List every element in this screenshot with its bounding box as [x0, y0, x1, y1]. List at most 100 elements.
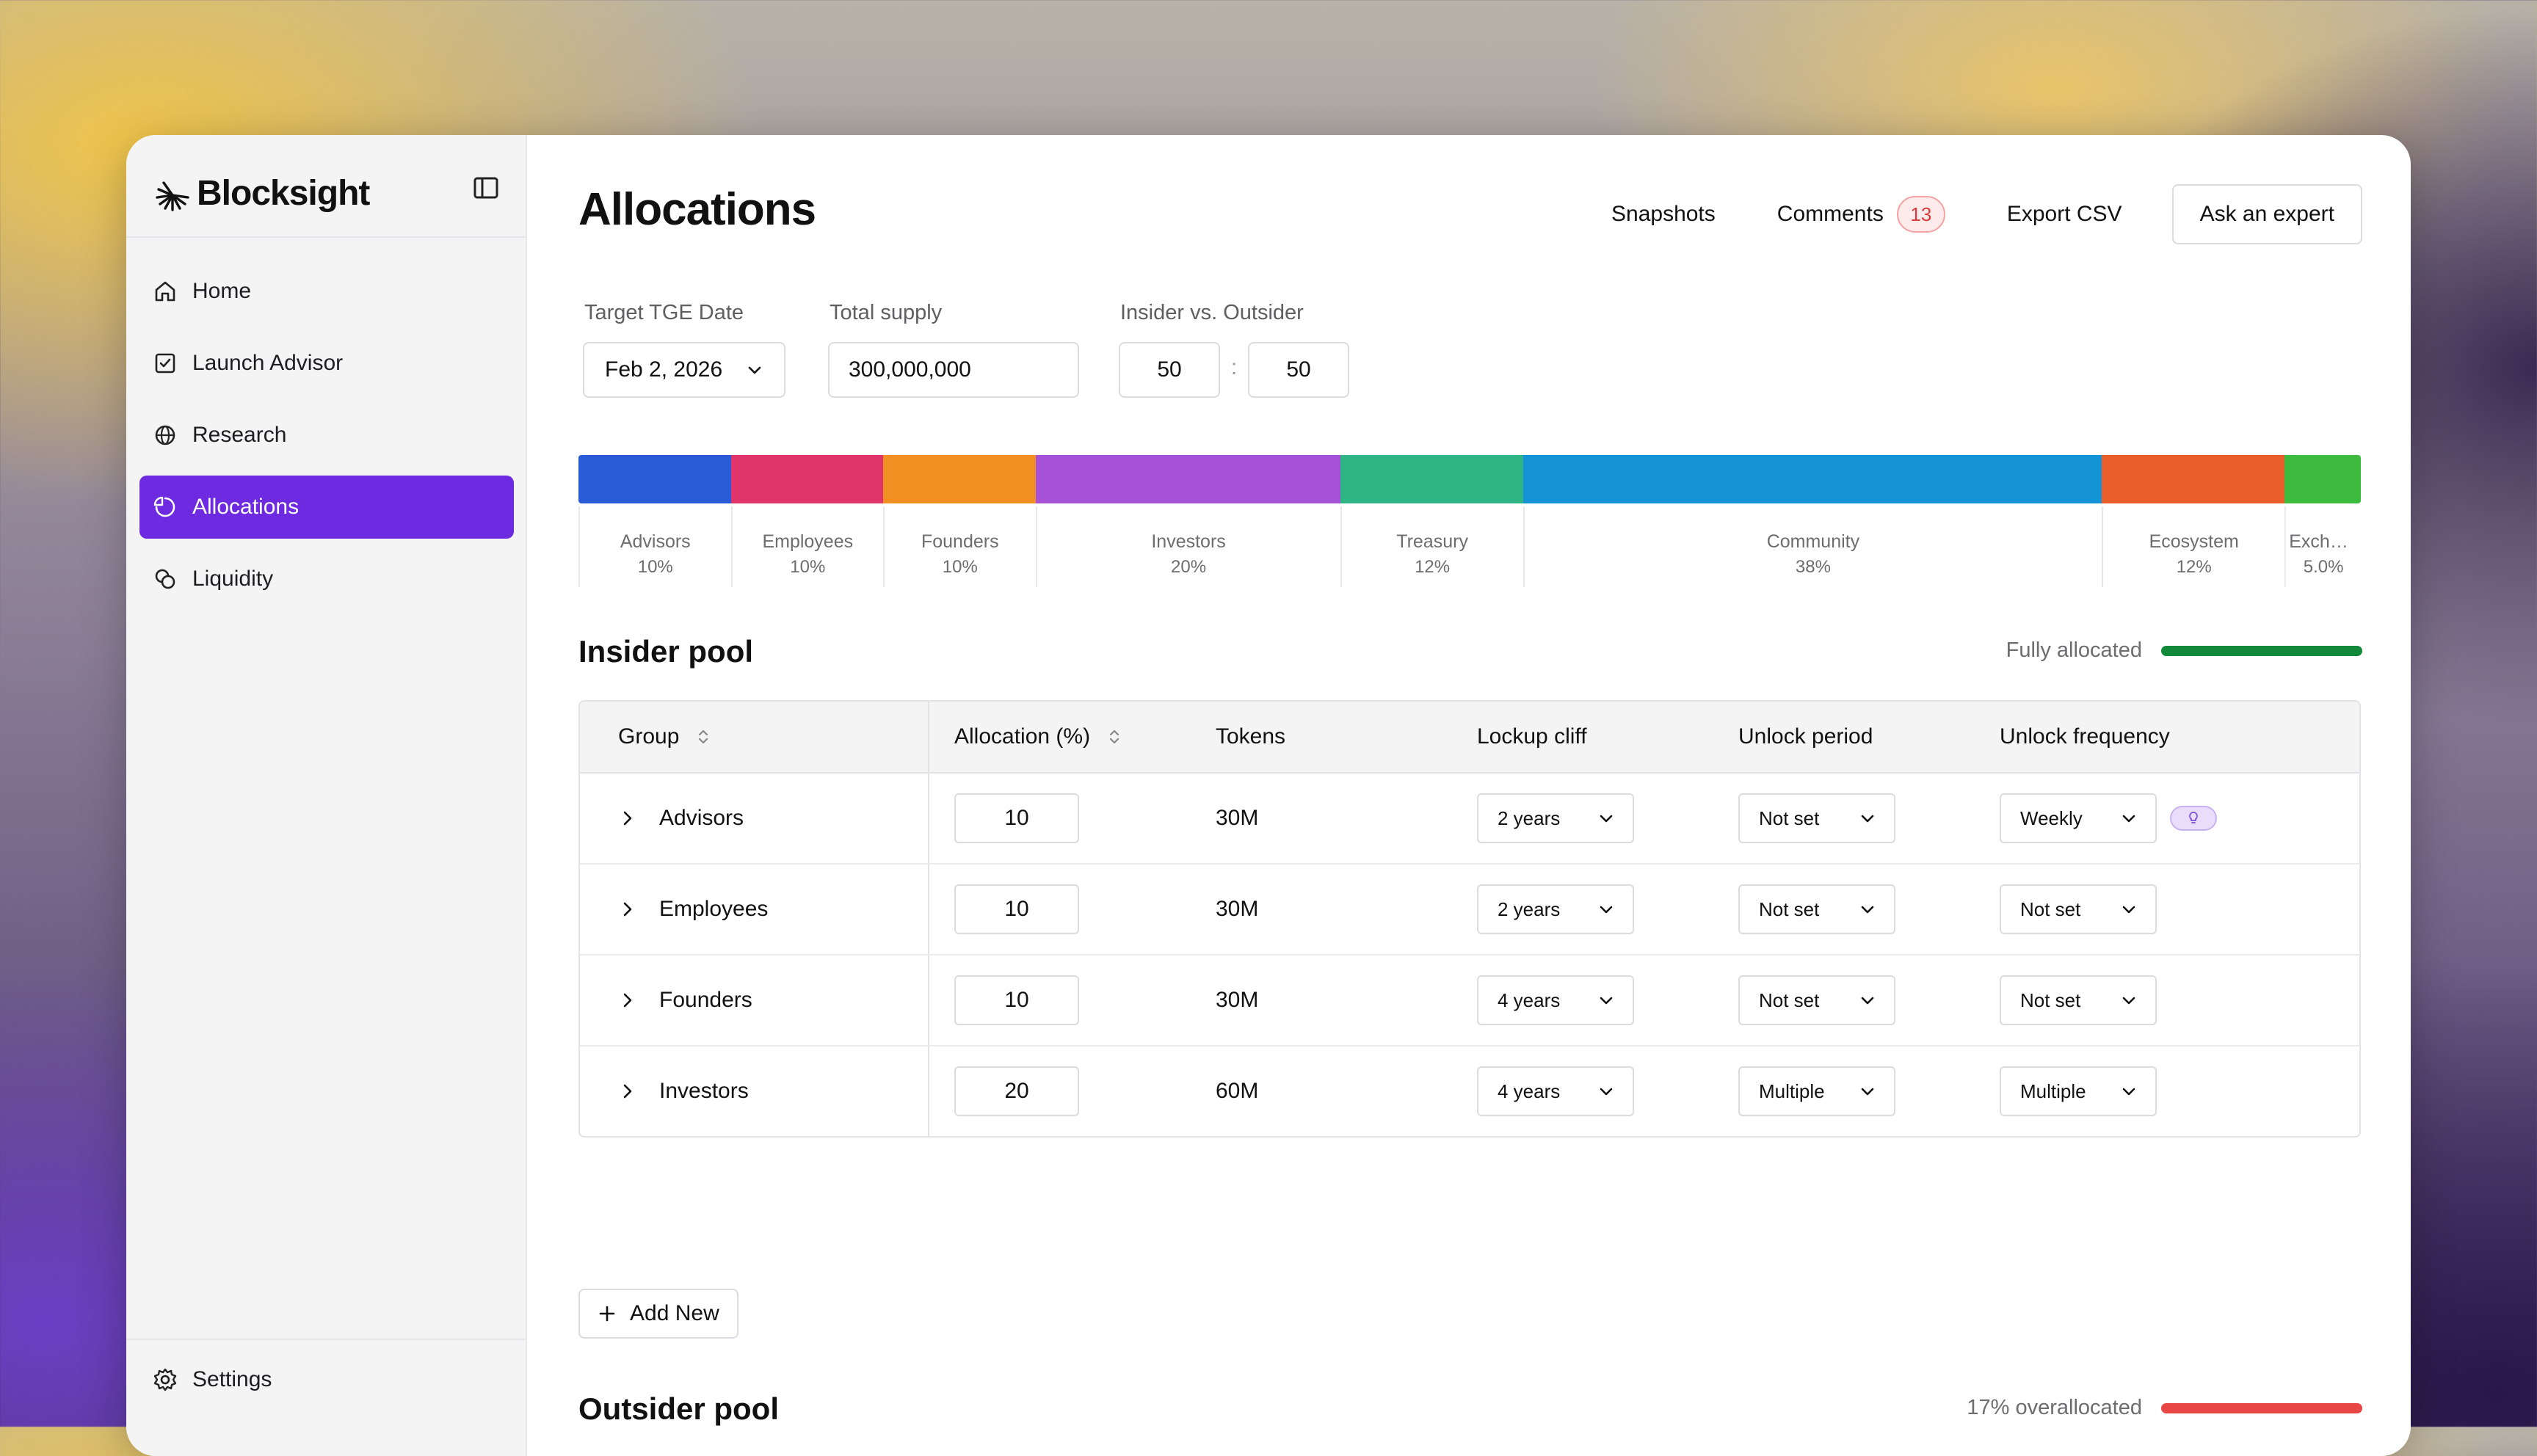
allocation-segment-community[interactable]	[1522, 455, 2102, 503]
insider-pool-table: Group Allocation (%) Tokens Lockup cliff…	[578, 700, 2361, 1138]
lockup-cliff-value: 2 years	[1498, 898, 1561, 920]
tokens-column-header: Tokens	[1216, 724, 1286, 749]
blocksight-logo-icon	[156, 181, 189, 211]
top-actions: Snapshots Comments 13 Export CSV Ask an …	[1550, 184, 2362, 244]
sidebar-item-allocations[interactable]: Allocations	[139, 476, 514, 539]
sidebar-item-research[interactable]: Research	[139, 404, 514, 467]
allocation-segment-advisors[interactable]	[578, 455, 731, 503]
lightbulb-hint-icon[interactable]	[2170, 806, 2217, 831]
tokens-cell: 60M	[1216, 1079, 1259, 1103]
group-cell[interactable]: Investors	[618, 1046, 749, 1136]
allocation-label-percent: 10%	[637, 557, 673, 577]
lockup-cliff-select[interactable]: 4 years	[1477, 1066, 1634, 1116]
lockup-cliff-select[interactable]: 4 years	[1477, 975, 1634, 1025]
allocation-label-name: Treasury	[1396, 531, 1468, 552]
ask-expert-button[interactable]: Ask an expert	[2171, 184, 2362, 244]
chevron-right-icon[interactable]	[618, 991, 637, 1010]
allocation-label: Investors 20%	[1035, 506, 1340, 587]
snapshots-button[interactable]: Snapshots	[1611, 202, 1716, 227]
comments-count-badge: 13	[1896, 196, 1945, 233]
comments-button[interactable]: Comments 13	[1777, 196, 1945, 233]
allocation-segment-employees[interactable]	[730, 455, 884, 503]
allocation-input[interactable]: 20	[954, 1066, 1079, 1116]
brand-name: Blocksight	[197, 173, 370, 213]
table-row: Investors 20 60M 4 years Multiple Multiple	[580, 1046, 2359, 1136]
sidebar-item-label: Launch Advisor	[192, 351, 344, 375]
group-cell[interactable]: Founders	[618, 956, 752, 1045]
unlock-frequency-value: Weekly	[2020, 807, 2083, 829]
sidebar-item-home[interactable]: Home	[139, 260, 514, 323]
unlock-period-value: Not set	[1759, 807, 1820, 829]
tge-date-picker[interactable]: Feb 2, 2026	[583, 342, 785, 398]
globe-icon	[155, 425, 175, 445]
chevron-right-icon[interactable]	[618, 809, 637, 828]
lockup-cliff-value: 4 years	[1498, 1080, 1561, 1102]
sidebar-item-launch-advisor[interactable]: Launch Advisor	[139, 332, 514, 395]
lockup-cliff-value: 4 years	[1498, 989, 1561, 1011]
chevron-right-icon[interactable]	[618, 1082, 637, 1101]
chevron-down-icon	[1861, 1088, 1874, 1096]
total-supply-value: 300,000,000	[849, 357, 971, 382]
outsider-ratio-input[interactable]: 50	[1248, 342, 1349, 398]
chevron-down-icon	[2122, 1088, 2135, 1096]
group-cell[interactable]: Advisors	[618, 774, 744, 863]
chevron-down-icon	[1861, 906, 1874, 914]
unlock-period-select[interactable]: Not set	[1738, 793, 1895, 843]
allocation-value: 10	[1004, 988, 1029, 1012]
allocation-value: 20	[1004, 1079, 1029, 1103]
unlock-period-select[interactable]: Not set	[1738, 884, 1895, 934]
allocation-column-header[interactable]: Allocation (%)	[954, 702, 1124, 772]
unlock-frequency-select[interactable]: Multiple	[2000, 1066, 2157, 1116]
group-header-label: Group	[618, 724, 680, 749]
sidebar-item-liquidity[interactable]: Liquidity	[139, 547, 514, 611]
allocation-segment-treasury[interactable]	[1340, 455, 1523, 503]
allocation-segment-ecosystem[interactable]	[2102, 455, 2285, 503]
outsider-pool-status: 17% overallocated	[1967, 1396, 2362, 1420]
total-supply-input[interactable]: 300,000,000	[828, 342, 1079, 398]
unlock-period-select[interactable]: Multiple	[1738, 1066, 1895, 1116]
tokens-cell: 30M	[1216, 806, 1259, 830]
unlock-period-cell: Not set	[1738, 864, 1895, 954]
sort-icon	[1109, 729, 1119, 744]
brand[interactable]: Blocksight	[153, 167, 370, 219]
allocation-cell: 20	[954, 1046, 1079, 1136]
unlock-frequency-select[interactable]: Not set	[2000, 975, 2157, 1025]
insider-ratio-input[interactable]: 50	[1119, 342, 1220, 398]
allocation-segment-investors[interactable]	[1035, 455, 1340, 503]
unlock-frequency-select[interactable]: Not set	[2000, 884, 2157, 934]
allocation-segment-founders[interactable]	[883, 455, 1036, 503]
page-title: Allocations	[578, 184, 816, 235]
allocation-input[interactable]: 10	[954, 793, 1079, 843]
insider-status-bar	[2161, 645, 2362, 656]
lockup-cliff-select[interactable]: 2 years	[1477, 793, 1634, 843]
allocation-cell: 10	[954, 956, 1079, 1045]
group-cell[interactable]: Employees	[618, 864, 768, 954]
allocation-label-percent: 12%	[2176, 557, 2212, 577]
allocation-distribution-bar	[578, 455, 2361, 503]
allocation-label-name: Founders	[921, 531, 999, 552]
tge-date-label: Target TGE Date	[584, 301, 744, 324]
allocation-label: Community 38%	[1522, 506, 2102, 587]
allocation-label-percent: 10%	[942, 557, 978, 577]
allocation-segment-exchan[interactable]	[2284, 455, 2361, 503]
chevron-right-icon[interactable]	[618, 900, 637, 919]
chevron-down-icon	[1600, 815, 1613, 823]
lockup-cliff-select[interactable]: 2 years	[1477, 884, 1634, 934]
sidebar-item-settings[interactable]: Settings	[153, 1350, 272, 1409]
unlock-period-column-header: Unlock period	[1738, 724, 1873, 749]
add-new-button[interactable]: Add New	[578, 1289, 738, 1339]
chevron-down-icon	[2122, 815, 2135, 823]
allocation-input[interactable]: 10	[954, 884, 1079, 934]
unlock-frequency-select[interactable]: Weekly	[2000, 793, 2157, 843]
outsider-status-text: 17% overallocated	[1967, 1396, 2142, 1419]
allocation-input[interactable]: 10	[954, 975, 1079, 1025]
unlock-period-select[interactable]: Not set	[1738, 975, 1895, 1025]
allocation-label-percent: 5.0%	[2303, 557, 2344, 577]
group-column-header[interactable]: Group	[618, 702, 713, 772]
allocation-label: Ecosystem 12%	[2102, 506, 2284, 587]
unlock-period-cell: Not set	[1738, 774, 1895, 863]
allocation-label-percent: 12%	[1415, 557, 1451, 577]
sidebar-toggle-icon[interactable]	[471, 173, 501, 203]
export-csv-button[interactable]: Export CSV	[2007, 202, 2122, 227]
add-new-label: Add New	[630, 1301, 719, 1325]
